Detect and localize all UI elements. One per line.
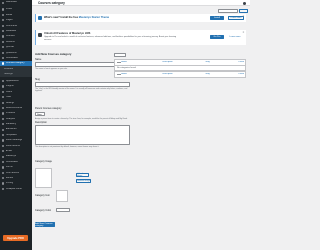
go-pro-button[interactable]: Go Pro [210, 35, 224, 39]
settings-icon [2, 101, 5, 104]
parent-label: Parent Courses category [35, 107, 62, 110]
marketing-icon [2, 123, 5, 126]
menu-icon [2, 177, 5, 180]
comment-icon [2, 24, 5, 27]
theme-notice: What's new? Install the free Masteriyo S… [35, 14, 246, 22]
search-input[interactable] [218, 9, 238, 13]
video-icon [2, 139, 5, 142]
email-icon [2, 150, 5, 153]
collapse-menu[interactable]: Collapse menu [0, 186, 32, 191]
notice-description: Upgrade to Pro and unlock a world of exc… [44, 36, 177, 41]
close-icon[interactable]: ✕ [242, 15, 244, 18]
category-image-preview [35, 168, 52, 188]
description-help: The description is not prominent by defa… [35, 146, 99, 148]
categories-table: Name Description Slug Count No categorie… [114, 59, 246, 78]
search-button[interactable] [239, 9, 248, 13]
notice-title: Unlock All Features of Masteriyo LMS [44, 32, 91, 35]
page-icon [2, 19, 5, 22]
column-count[interactable]: Count [231, 73, 245, 75]
pin-icon [2, 8, 5, 11]
plugin-icon [2, 85, 5, 88]
category-icon-label: Category Icon [35, 194, 50, 197]
users-icon [2, 90, 5, 94]
pricing-icon [2, 182, 5, 185]
column-slug[interactable]: Slug [205, 61, 231, 63]
column-description[interactable]: Description [162, 73, 206, 75]
column-count[interactable]: Count [231, 61, 245, 63]
tools-icon [2, 96, 5, 99]
courses-icon [2, 35, 5, 38]
category-color-label: Category Color [35, 209, 52, 212]
quiz-icon [2, 46, 5, 49]
upload-image-button[interactable]: Upload Image [76, 173, 89, 178]
description-textarea[interactable] [35, 125, 130, 145]
theme-icon [38, 16, 42, 20]
templates-icon [2, 133, 5, 137]
page-title: Courses category [38, 1, 65, 6]
parent-select[interactable]: None [35, 112, 45, 117]
notice-title: What's new? Install the free Masteriyo S… [44, 16, 110, 19]
collapse-icon [2, 187, 5, 191]
table-footer: Name Description Slug Count [115, 71, 245, 77]
form-title: Add New Courses category [35, 52, 72, 56]
column-description[interactable]: Description [162, 61, 206, 63]
woocommerce-icon [2, 107, 5, 110]
clock-icon [2, 171, 5, 174]
slug-help: The “slug” is the URL-friendly version o… [35, 88, 128, 93]
learn-more-link[interactable]: Learn more [228, 35, 242, 39]
unlock-icon [38, 33, 42, 37]
install-theme-button[interactable]: Install [210, 16, 224, 20]
upgrade-pro-button[interactable]: Upgrade PRO [3, 235, 28, 241]
certificate-icon [2, 57, 5, 60]
parent-help: Assign a parent term to create a hierarc… [35, 117, 128, 120]
name-label: Name [35, 58, 42, 61]
column-slug[interactable]: Slug [205, 73, 231, 75]
analytics-icon [2, 117, 5, 120]
masteriyo-logo-icon [243, 1, 246, 5]
column-name[interactable]: Name [115, 73, 162, 76]
certificate-icon [2, 160, 5, 164]
upgrade-notice: Unlock All Features of Masteriyo LMS Upg… [35, 30, 246, 45]
bulk-actions-select[interactable] [114, 53, 126, 57]
slug-input[interactable] [35, 82, 130, 87]
media-icon [2, 13, 5, 17]
category-icon [2, 62, 5, 65]
category-icon-picker[interactable] [56, 190, 68, 202]
slug-label: Slug [35, 78, 40, 81]
products-icon [2, 112, 5, 115]
column-name[interactable]: Name [115, 61, 162, 64]
theme-link[interactable]: Masteriyo Starter Theme [79, 16, 109, 19]
feedback-icon [2, 30, 5, 33]
forms-icon [2, 166, 5, 169]
masteriyo-icon [2, 155, 5, 158]
category-color-picker[interactable] [56, 208, 70, 212]
add-category-button[interactable]: Add New Courses category [35, 222, 55, 227]
category-image-label: Category Image [35, 160, 53, 163]
description-label: Description [35, 121, 47, 124]
dashboard-icon [2, 1, 5, 4]
remove-image-button[interactable]: Remove Image [76, 179, 91, 184]
admin-sidebar: Dashboard Posts Media Pages Comments Fee… [0, 0, 32, 250]
calendar-icon [2, 144, 5, 147]
lessons-icon [2, 40, 5, 44]
close-icon[interactable]: ✕ [242, 31, 244, 34]
appearance-icon [2, 80, 5, 83]
elementor-icon [2, 128, 5, 131]
question-icon [2, 51, 5, 54]
top-bar: Courses category [32, 0, 250, 6]
